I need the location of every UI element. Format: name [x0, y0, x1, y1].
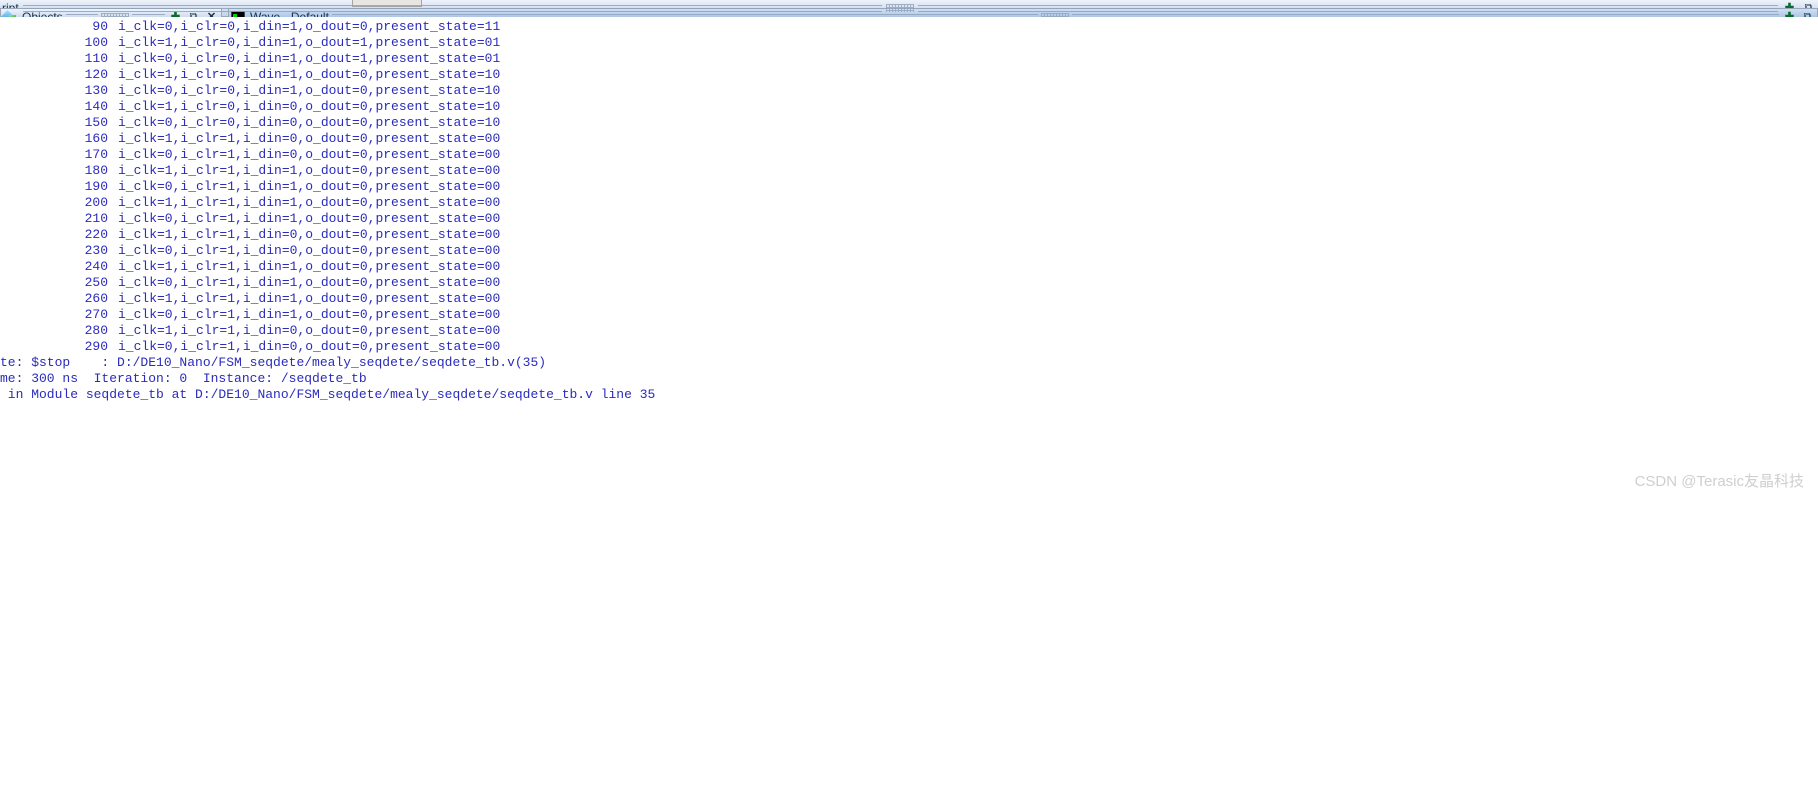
transcript-line-time: 140	[84, 99, 108, 114]
transcript-line: 250 i_clk=0,i_clr=1,i_din=1,o_dout=0,pres…	[0, 275, 1818, 291]
transcript-line: 140 i_clk=1,i_clr=0,i_din=0,o_dout=0,pres…	[0, 99, 1818, 115]
transcript-line-text: i_clk=1,i_clr=0,i_din=1,o_dout=1,present…	[118, 35, 501, 50]
transcript-footer-line: in Module seqdete_tb at D:/DE10_Nano/FSM…	[0, 387, 656, 402]
transcript-line: 120 i_clk=1,i_clr=0,i_din=1,o_dout=0,pres…	[0, 67, 1818, 83]
transcript-line: 290 i_clk=0,i_clr=1,i_din=0,o_dout=0,pres…	[0, 339, 1818, 355]
transcript-line: 210 i_clk=0,i_clr=1,i_din=1,o_dout=0,pres…	[0, 211, 1818, 227]
transcript-line-text: i_clk=1,i_clr=1,i_din=1,o_dout=0,present…	[118, 195, 501, 210]
transcript-line: 130 i_clk=0,i_clr=0,i_din=1,o_dout=0,pres…	[0, 83, 1818, 99]
transcript-line-text: i_clk=0,i_clr=0,i_din=1,o_dout=1,present…	[118, 51, 501, 66]
transcript-line-time: 290	[84, 339, 108, 354]
watermark: CSDN @Terasic友晶科技	[1634, 473, 1804, 490]
transcript-titlebar-rule-2	[918, 4, 1779, 12]
transcript-line: 110 i_clk=0,i_clr=0,i_din=1,o_dout=1,pres…	[0, 51, 1818, 67]
transcript-line: 100 i_clk=1,i_clr=0,i_din=1,o_dout=1,pres…	[0, 35, 1818, 51]
transcript-line-text: i_clk=0,i_clr=0,i_din=1,o_dout=0,present…	[118, 19, 501, 34]
transcript-line-text: i_clk=0,i_clr=1,i_din=1,o_dout=0,present…	[118, 211, 501, 226]
transcript-line-text: i_clk=1,i_clr=1,i_din=0,o_dout=0,present…	[118, 227, 501, 242]
transcript-line: 90 i_clk=0,i_clr=0,i_din=1,o_dout=0,prese…	[0, 19, 1818, 35]
transcript-line-time: 260	[84, 291, 108, 306]
transcript-line-time: 230	[84, 243, 108, 258]
transcript-line-text: i_clk=0,i_clr=1,i_din=0,o_dout=0,present…	[118, 243, 501, 258]
transcript-line-text: i_clk=1,i_clr=1,i_din=1,o_dout=0,present…	[118, 291, 501, 306]
transcript-line: 230 i_clk=0,i_clr=1,i_din=0,o_dout=0,pres…	[0, 243, 1818, 259]
transcript-line: 180 i_clk=1,i_clr=1,i_din=1,o_dout=0,pres…	[0, 163, 1818, 179]
transcript-line-text: i_clk=0,i_clr=1,i_din=1,o_dout=0,present…	[118, 179, 501, 194]
transcript-line-time: 110	[84, 51, 108, 66]
transcript-line-time: 210	[84, 211, 108, 226]
transcript-line-time: 150	[84, 115, 108, 130]
transcript-line-time: 280	[84, 323, 108, 338]
transcript-line-text: i_clk=1,i_clr=1,i_din=0,o_dout=0,present…	[118, 131, 501, 146]
transcript-lines: 90 i_clk=0,i_clr=0,i_din=1,o_dout=0,prese…	[0, 17, 1818, 355]
transcript-line-text: i_clk=0,i_clr=1,i_din=1,o_dout=0,present…	[118, 307, 501, 322]
transcript-line-text: i_clk=1,i_clr=1,i_din=1,o_dout=0,present…	[118, 259, 501, 274]
transcript-footer-lines: te: $stop : D:/DE10_Nano/FSM_seqdete/mea…	[0, 355, 1818, 403]
transcript-line-time: 190	[84, 179, 108, 194]
transcript-line-time: 270	[84, 307, 108, 322]
transcript-line: 270 i_clk=0,i_clr=1,i_din=1,o_dout=0,pres…	[0, 307, 1818, 323]
transcript-line: 220 i_clk=1,i_clr=1,i_din=0,o_dout=0,pres…	[0, 227, 1818, 243]
transcript-line-text: i_clk=0,i_clr=1,i_din=0,o_dout=0,present…	[118, 147, 501, 162]
transcript-line-time: 250	[84, 275, 108, 290]
transcript-line: 260 i_clk=1,i_clr=1,i_din=1,o_dout=0,pres…	[0, 291, 1818, 307]
transcript-titlebar-grip	[886, 4, 915, 12]
transcript-line-text: i_clk=0,i_clr=1,i_din=1,o_dout=0,present…	[118, 275, 501, 290]
transcript-line-time: 170	[84, 147, 108, 162]
transcript-line-time: 180	[84, 163, 108, 178]
transcript-line-text: i_clk=0,i_clr=0,i_din=0,o_dout=0,present…	[118, 115, 501, 130]
transcript-line-text: i_clk=1,i_clr=1,i_din=1,o_dout=0,present…	[118, 163, 501, 178]
transcript-line: 150 i_clk=0,i_clr=0,i_din=0,o_dout=0,pres…	[0, 115, 1818, 131]
transcript-body[interactable]: 90 i_clk=0,i_clr=0,i_din=1,o_dout=0,prese…	[0, 17, 1818, 507]
transcript-line: 240 i_clk=1,i_clr=1,i_din=1,o_dout=0,pres…	[0, 259, 1818, 275]
transcript-footer-line: me: 300 ns Iteration: 0 Instance: /seqde…	[0, 371, 367, 386]
transcript-line-text: i_clk=0,i_clr=0,i_din=1,o_dout=0,present…	[118, 83, 501, 98]
transcript-line: 200 i_clk=1,i_clr=1,i_din=1,o_dout=0,pres…	[0, 195, 1818, 211]
transcript-line-time: 120	[84, 67, 108, 82]
transcript-line-text: i_clk=0,i_clr=1,i_din=0,o_dout=0,present…	[118, 339, 501, 354]
transcript-titlebar-rule	[22, 4, 883, 12]
transcript-line-time: 160	[84, 131, 108, 146]
transcript-panel: ript ✚ ⧉ 90i_clk=0,i_clr=0,i_din=1,o_dou…	[0, 0, 1818, 507]
transcript-line-text: i_clk=1,i_clr=1,i_din=0,o_dout=0,present…	[118, 323, 501, 338]
transcript-line: 280 i_clk=1,i_clr=1,i_din=0,o_dout=0,pres…	[0, 323, 1818, 339]
transcript-line-text: i_clk=1,i_clr=0,i_din=1,o_dout=0,present…	[118, 67, 501, 82]
transcript-line-time: 90	[92, 19, 108, 34]
transcript-line-time: 100	[84, 35, 108, 50]
transcript-line-time: 200	[84, 195, 108, 210]
transcript-footer-line: te: $stop : D:/DE10_Nano/FSM_seqdete/mea…	[0, 355, 547, 370]
transcript-line-time: 220	[84, 227, 108, 242]
transcript-line: 170 i_clk=0,i_clr=1,i_din=0,o_dout=0,pres…	[0, 147, 1818, 163]
transcript-line-time: 130	[84, 83, 108, 98]
transcript-line: 160 i_clk=1,i_clr=1,i_din=0,o_dout=0,pres…	[0, 131, 1818, 147]
transcript-line-time: 240	[84, 259, 108, 274]
transcript-line: 190 i_clk=0,i_clr=1,i_din=1,o_dout=0,pres…	[0, 179, 1818, 195]
transcript-line-text: i_clk=1,i_clr=0,i_din=0,o_dout=0,present…	[118, 99, 501, 114]
